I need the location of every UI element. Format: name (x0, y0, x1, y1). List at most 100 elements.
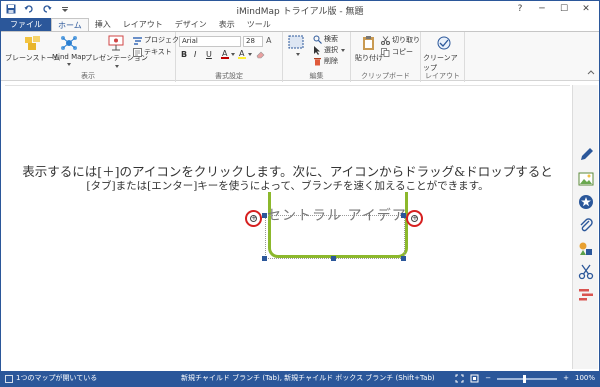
resize-handle-top-left[interactable] (262, 213, 267, 218)
mindmap-icon (60, 36, 77, 50)
clipboard-icon (363, 36, 374, 50)
resize-handle-bottom-center[interactable] (331, 256, 336, 261)
text-view-label: テキスト (144, 48, 172, 56)
shortcut-hint: 新規チャイルド ブランチ (Tab), 新規チャイルド ボックス ブランチ (S… (181, 374, 435, 382)
cleanup-icon (437, 36, 450, 50)
fit-to-screen-icon[interactable] (455, 374, 464, 383)
text-view-button[interactable]: テキスト (133, 47, 172, 57)
search-label: 検索 (324, 35, 338, 43)
tab-tools[interactable]: ツール (241, 18, 277, 31)
font-color-icon: A (221, 49, 235, 59)
edit-group: 検索 選択 削除 編集 (283, 32, 351, 82)
bold-button[interactable]: B (181, 50, 187, 59)
font-select[interactable]: Arial (179, 36, 241, 47)
central-topic-label[interactable]: セントラル アイデア (267, 205, 407, 225)
paste-button[interactable]: 貼り付け (355, 35, 383, 63)
search-button[interactable]: 検索 (313, 34, 338, 44)
status-left: 1つのマップが開いている (5, 371, 97, 386)
side-panel (572, 85, 598, 369)
tab-insert[interactable]: 挿入 (89, 18, 117, 31)
resize-handle-bottom-right[interactable] (401, 256, 406, 261)
tab-file[interactable]: ファイル (1, 18, 51, 31)
highlight-button[interactable]: A (238, 49, 252, 60)
window-controls: ? ─ ☐ ✕ (509, 2, 597, 16)
clipboard-group: 貼り付け 切り取り コピー クリップボード (351, 32, 421, 82)
delete-button[interactable]: 削除 (313, 56, 338, 66)
zoom-slider-thumb[interactable] (523, 374, 527, 383)
resize-handle-bottom-left[interactable] (262, 256, 267, 261)
tab-design[interactable]: デザイン (169, 18, 213, 31)
zoom-out-button[interactable]: − (485, 371, 491, 386)
plus-icon: + (250, 214, 257, 222)
app-window: iMindMap トライアル版 - 無題 ? ─ ☐ ✕ ファイル ホーム 挿入… (0, 0, 600, 387)
copy-label: コピー (392, 48, 413, 56)
shapes-icon[interactable] (578, 241, 594, 257)
open-maps-status: 1つのマップが開いている (16, 374, 98, 382)
star-icon[interactable] (578, 194, 594, 210)
restore-button[interactable]: ☐ (553, 2, 575, 16)
paste-label: 貼り付け (355, 54, 383, 62)
tab-layout[interactable]: レイアウト (117, 18, 169, 31)
chevron-down-icon (67, 63, 72, 66)
select-area-button[interactable] (288, 35, 306, 56)
font-size-select[interactable]: 28 (243, 36, 263, 47)
font-color-button[interactable]: A (221, 49, 235, 60)
zoom-in-button[interactable]: + (563, 371, 569, 386)
highlight-icon: A (238, 49, 252, 59)
ribbon-tabs: ファイル ホーム 挿入 レイアウト デザイン 表示 ツール (1, 18, 599, 31)
paperclip-icon[interactable] (578, 217, 594, 233)
cleanup-button[interactable]: クリーンアップ (423, 35, 464, 73)
add-branch-left-button[interactable]: + (245, 210, 262, 227)
zoom-slider[interactable] (497, 374, 558, 383)
svg-text:A: A (222, 49, 228, 58)
collapse-ribbon-button[interactable] (587, 68, 595, 77)
chevron-down-icon (295, 53, 300, 56)
ribbon: ブレーンストーム Mind Map プレゼンテーション プロジェクト テキスト … (1, 31, 599, 82)
grow-font-icon: A (266, 36, 272, 45)
layout-group-label: レイアウト (425, 72, 460, 80)
scissors-icon[interactable] (578, 264, 594, 280)
status-bar: 1つのマップが開いている 新規チャイルド ブランチ (Tab), 新規チャイルド… (1, 371, 599, 386)
trash-icon (314, 57, 321, 65)
grow-font-button[interactable]: A (266, 36, 271, 45)
eraser-icon (256, 51, 265, 59)
italic-button[interactable]: I (194, 50, 196, 59)
view-group-label: 表示 (81, 72, 95, 80)
underline-button[interactable]: U (206, 50, 212, 59)
task-list-icon[interactable] (578, 287, 594, 303)
text-view-icon (133, 47, 142, 57)
svg-text:A: A (239, 49, 245, 58)
pen-icon[interactable] (578, 147, 594, 163)
instruction-text-line2: [タブ]または[エンター]キーを使うによって、ブランチを速く加えることができます… (86, 180, 489, 192)
mindmap-label: Mind Map (52, 53, 86, 61)
format-group: Arial 28 A B I U A A 書式設定 (176, 32, 283, 82)
scissors-icon (381, 35, 390, 45)
edit-group-label: 編集 (309, 72, 324, 80)
zoom-controls: − + 100% (455, 371, 595, 386)
chevron-down-icon (341, 48, 345, 52)
help-button[interactable]: ? (509, 2, 531, 16)
close-button[interactable]: ✕ (575, 2, 597, 16)
cut-button[interactable]: 切り取り (381, 35, 420, 45)
brainstorm-icon (24, 36, 40, 50)
mindmap-button[interactable]: Mind Map (52, 35, 86, 66)
copy-button[interactable]: コピー (381, 47, 413, 57)
layout-group: クリーンアップ レイアウト (421, 32, 465, 82)
select-area-icon (288, 35, 304, 49)
add-branch-right-button[interactable]: + (406, 210, 423, 227)
image-icon[interactable] (578, 171, 594, 187)
zoom-level: 100% (574, 374, 595, 382)
select-button[interactable]: 選択 (313, 45, 345, 55)
project-icon (133, 36, 142, 45)
tab-home[interactable]: ホーム (51, 18, 89, 31)
map-icon (5, 374, 13, 383)
center-map-icon[interactable] (470, 374, 479, 383)
minimize-button[interactable]: ─ (531, 2, 553, 16)
clipboard-group-label: クリップボード (361, 72, 410, 80)
tab-view[interactable]: 表示 (213, 18, 241, 31)
clear-format-button[interactable] (256, 50, 265, 59)
view-group: ブレーンストーム Mind Map プレゼンテーション プロジェクト テキスト … (1, 32, 186, 82)
presentation-icon (108, 35, 124, 51)
chevron-up-icon (587, 70, 595, 75)
chevron-down-icon (114, 65, 119, 68)
